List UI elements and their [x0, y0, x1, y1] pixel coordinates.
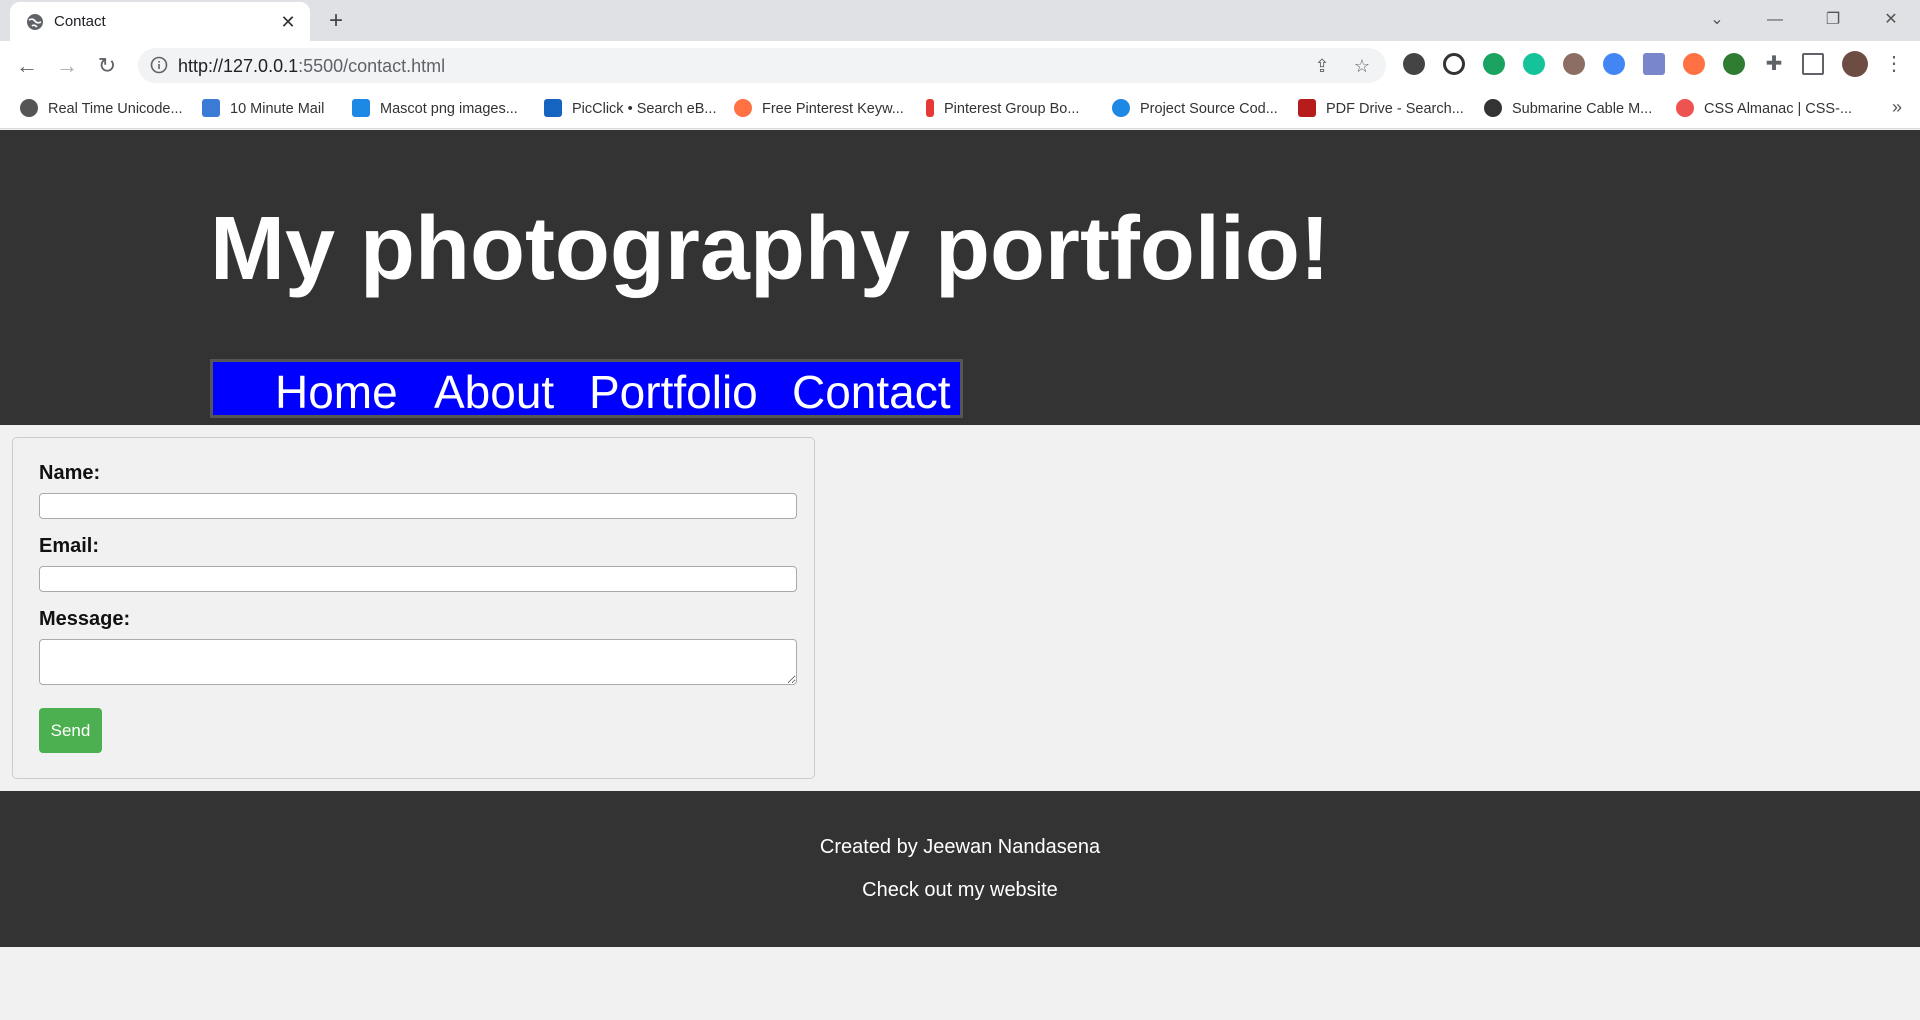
- avatar[interactable]: [1842, 51, 1868, 77]
- bookmark[interactable]: Project Source Cod...: [1112, 99, 1278, 119]
- bookmark[interactable]: Mascot png images...: [352, 99, 518, 119]
- chart-extension-icon[interactable]: [1643, 53, 1665, 75]
- cookie-icon[interactable]: [1563, 53, 1585, 75]
- menu-icon[interactable]: ⋮: [1883, 53, 1905, 75]
- nav-link-contact[interactable]: Contact: [792, 365, 951, 419]
- footer-website-link[interactable]: Check out my website: [0, 879, 1920, 902]
- bookmark[interactable]: CSS Almanac | CSS-...: [1676, 99, 1852, 119]
- restore-button[interactable]: ❐: [1810, 6, 1856, 34]
- send-button[interactable]: Send: [39, 708, 102, 753]
- bookmark-icon: [202, 99, 220, 117]
- bookmark-icon: [1484, 99, 1502, 117]
- extension-icon[interactable]: [1443, 53, 1465, 75]
- reload-icon[interactable]: ↻: [92, 51, 122, 81]
- nav-link-about[interactable]: About: [434, 365, 554, 419]
- bookmark[interactable]: 10 Minute Mail: [202, 99, 324, 119]
- footer-credit: Created by Jeewan Nandasena: [819, 836, 1101, 858]
- contact-form: Name: Email: Message: Send: [12, 437, 815, 779]
- url-text[interactable]: http://127.0.0.1:5500/contact.html: [178, 56, 445, 77]
- bookmark[interactable]: Free Pinterest Keyw...: [734, 99, 904, 119]
- bookmark-icon: [1112, 99, 1130, 117]
- info-icon[interactable]: [150, 56, 168, 74]
- bookmark-icon: [544, 99, 562, 117]
- close-tab-icon[interactable]: ✕: [276, 10, 300, 34]
- nav-link-home[interactable]: Home: [275, 365, 398, 419]
- address-bar[interactable]: http://127.0.0.1:5500/contact.html ⇪ ☆: [138, 48, 1386, 83]
- message-label: Message:: [39, 608, 131, 630]
- bookmark[interactable]: Submarine Cable M...: [1484, 99, 1652, 119]
- bookmark-icon: [1676, 99, 1694, 117]
- extension-icon[interactable]: [1483, 53, 1505, 75]
- extension-icon[interactable]: [1403, 53, 1425, 75]
- message-field[interactable]: [39, 639, 797, 685]
- email-label: Email:: [39, 535, 100, 557]
- page-title: My photography portfolio!: [210, 199, 1330, 299]
- tab-search-icon[interactable]: ⌄: [1694, 6, 1740, 34]
- star-icon[interactable]: ☆: [1350, 54, 1374, 78]
- browser-toolbar: ← → ↻ http://127.0.0.1:5500/contact.html…: [0, 41, 1920, 89]
- site-footer: Created by Jeewan Nandasena Check out my…: [0, 791, 1920, 947]
- browser-tabstrip: Contact ✕ + ⌄ — ❐ ✕: [0, 0, 1920, 41]
- email-field[interactable]: [39, 566, 797, 592]
- extension-icon[interactable]: [1603, 53, 1625, 75]
- bookmark-icon: [926, 99, 934, 117]
- bookmark-icon: [352, 99, 370, 117]
- back-icon[interactable]: ←: [12, 51, 42, 81]
- puzzle-icon[interactable]: ✚: [1763, 53, 1785, 75]
- forward-icon[interactable]: →: [52, 51, 82, 81]
- bookmark[interactable]: PicClick • Search eB...: [544, 99, 716, 119]
- name-field[interactable]: [39, 493, 797, 519]
- side-panel-icon[interactable]: [1802, 53, 1824, 75]
- nav-link-portfolio[interactable]: Portfolio: [589, 365, 758, 419]
- site-nav: Home About Portfolio Contact: [210, 359, 963, 418]
- grammarly-icon[interactable]: [1523, 53, 1545, 75]
- close-window-button[interactable]: ✕: [1868, 6, 1914, 34]
- more-bookmarks-icon[interactable]: »: [1892, 97, 1902, 118]
- extension-icon[interactable]: [1723, 53, 1745, 75]
- browser-tab[interactable]: Contact ✕: [10, 2, 310, 41]
- name-label: Name:: [39, 462, 101, 484]
- bookmark-icon: [734, 99, 752, 117]
- bookmark[interactable]: Pinterest Group Bo...: [926, 99, 1079, 119]
- extension-icon[interactable]: [1683, 53, 1705, 75]
- globe-icon: [27, 14, 43, 30]
- bookmark-icon: [20, 99, 38, 117]
- bookmark[interactable]: Real Time Unicode...: [20, 99, 183, 119]
- site-header: My photography portfolio! Home About Por…: [0, 130, 1920, 425]
- new-tab-button[interactable]: +: [322, 8, 350, 36]
- minimize-button[interactable]: —: [1752, 6, 1798, 34]
- share-icon[interactable]: ⇪: [1310, 54, 1334, 78]
- bookmarks-bar: Real Time Unicode... 10 Minute Mail Masc…: [0, 89, 1920, 129]
- bookmark[interactable]: PDF Drive - Search...: [1298, 99, 1464, 119]
- bookmark-icon: [1298, 99, 1316, 117]
- page-content: My photography portfolio! Home About Por…: [0, 130, 1920, 1020]
- tab-title: Contact: [54, 13, 106, 30]
